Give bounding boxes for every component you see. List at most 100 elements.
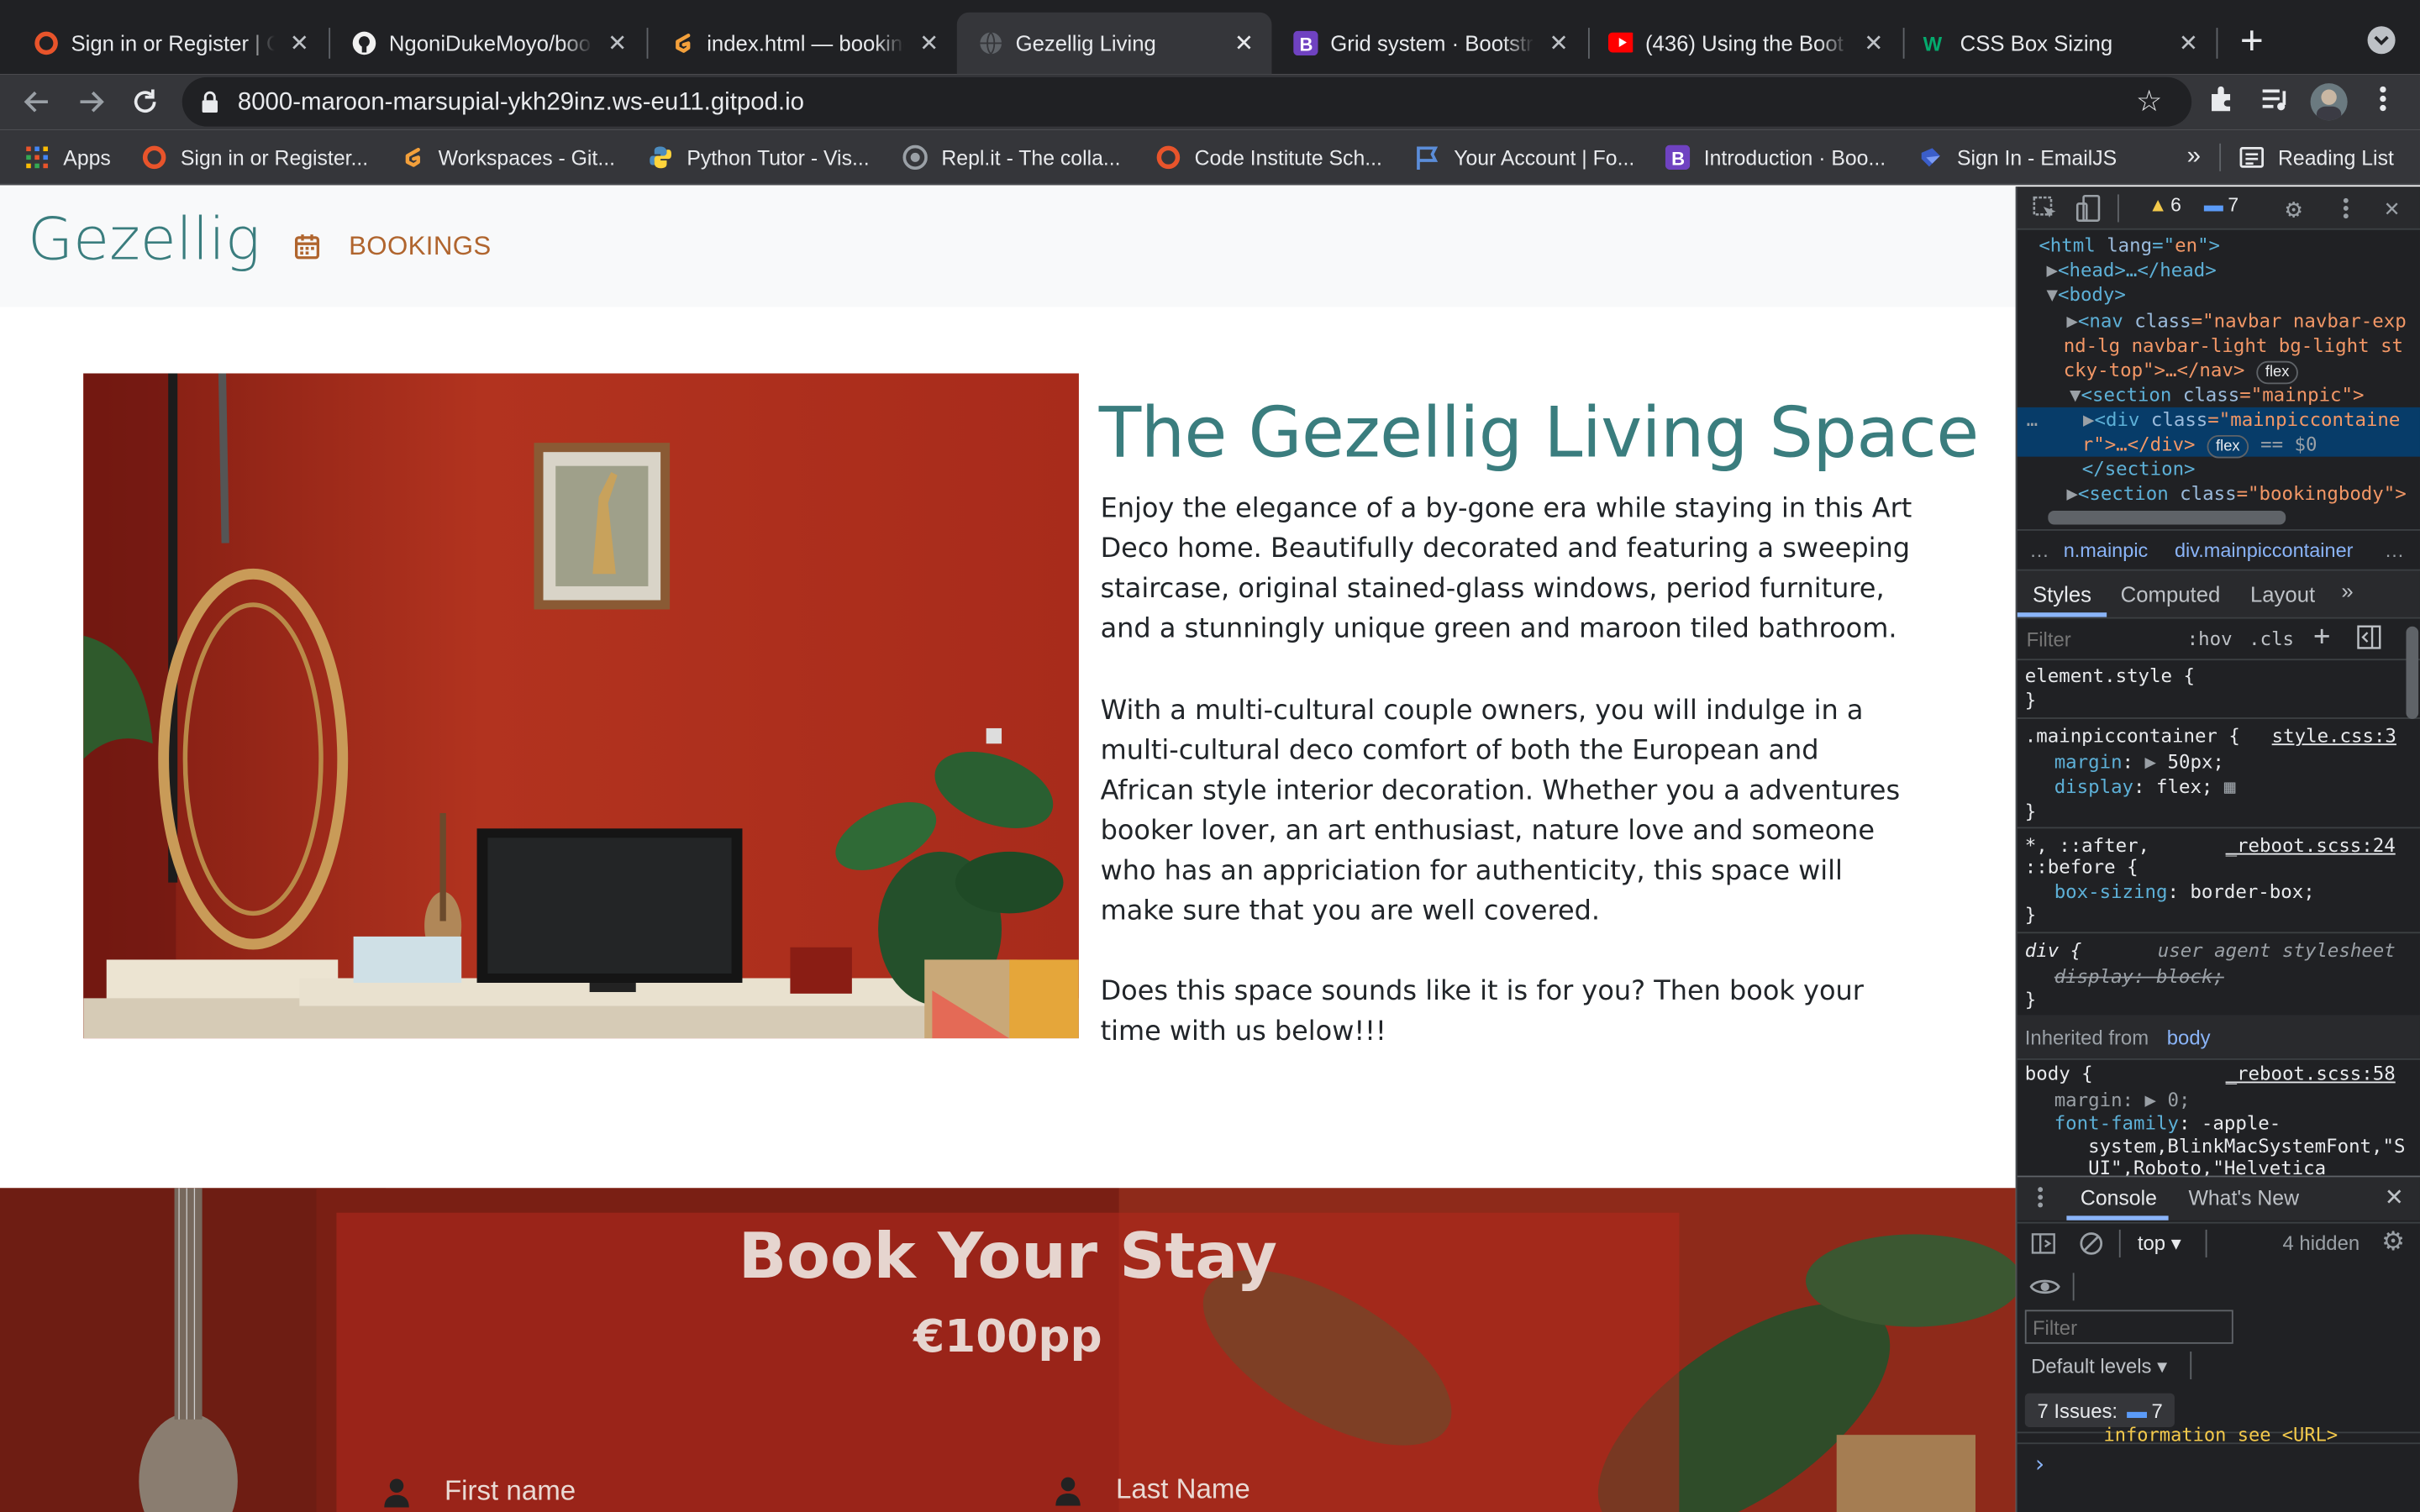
flex-badge[interactable]: flex bbox=[2207, 434, 2249, 459]
close-tab-icon[interactable]: ✕ bbox=[602, 28, 633, 59]
breadcrumb-mainpic[interactable]: n.mainpic bbox=[2064, 538, 2149, 562]
bookmark-replit[interactable]: Repl.it - The colla... bbox=[902, 142, 1121, 173]
tab-bootstrap-grid[interactable]: B Grid system · Bootstr ✕ bbox=[1271, 13, 1586, 74]
cls-toggle[interactable]: .cls bbox=[2249, 628, 2294, 650]
tab-styles[interactable]: Styles bbox=[2033, 581, 2091, 606]
bookmark-code-institute[interactable]: Code Institute Sch... bbox=[1156, 142, 1382, 173]
margin-declaration[interactable]: margin: ▶ 50px; bbox=[2054, 751, 2420, 773]
site-brand[interactable]: Gezellig bbox=[28, 205, 260, 273]
dom-section-bookingbody[interactable]: ▶<section class="bookingbody"> bbox=[2066, 483, 2420, 505]
bookmark-apps[interactable]: Apps bbox=[24, 142, 111, 173]
extensions-icon[interactable] bbox=[2202, 83, 2239, 120]
settings-gear-icon[interactable]: ⚙ bbox=[2286, 194, 2302, 225]
last-name-field[interactable]: Last Name bbox=[1054, 1473, 1250, 1506]
breadcrumb-mainpiccontainer[interactable]: div.mainpiccontainer bbox=[2175, 538, 2354, 562]
drawer-menu-icon[interactable] bbox=[2036, 1185, 2045, 1215]
close-tab-icon[interactable]: ✕ bbox=[1858, 28, 1889, 59]
close-tab-icon[interactable]: ✕ bbox=[2173, 28, 2204, 59]
dom-horizontal-scrollbar[interactable] bbox=[2048, 510, 2286, 525]
flex-editor-icon[interactable]: ▦ bbox=[2224, 776, 2235, 798]
tab-youtube[interactable]: (436) Using the Boot ✕ bbox=[1586, 13, 1902, 74]
bookmark-workspaces[interactable]: Workspaces - Git... bbox=[400, 142, 615, 173]
dom-head-node[interactable]: ▶<head>…</head> bbox=[2047, 260, 2420, 281]
dom-nav-node[interactable]: ▶<nav class="navbar navbar-exp bbox=[2066, 310, 2420, 332]
reload-icon[interactable] bbox=[127, 83, 164, 120]
first-name-field[interactable]: First name bbox=[383, 1475, 576, 1508]
dom-section-mainpic[interactable]: ▼<section class="mainpic"> bbox=[2070, 384, 2420, 406]
tab-github[interactable]: NgoniDukeMoyo/book ✕ bbox=[330, 13, 645, 74]
console-sidebar-icon[interactable] bbox=[2031, 1231, 2055, 1261]
address-bar[interactable]: 8000-maroon-marsupial-ykh29inz.ws-eu11.g… bbox=[182, 76, 2192, 127]
reading-list-button[interactable]: Reading List bbox=[2239, 142, 2394, 173]
element-style-rule[interactable]: element.style { bbox=[2025, 665, 2420, 687]
console-settings-icon[interactable]: ⚙ bbox=[2381, 1226, 2405, 1257]
live-expression-eye-icon[interactable] bbox=[2029, 1276, 2060, 1302]
new-rule-icon[interactable]: + bbox=[2313, 620, 2330, 653]
reboot-body-source-link[interactable]: _reboot.scss:58 bbox=[2226, 1063, 2396, 1085]
style-source-link[interactable]: style.css:3 bbox=[2272, 725, 2396, 747]
more-tabs-icon[interactable]: » bbox=[2341, 579, 2353, 603]
bookmark-bootstrap-intro[interactable]: B Introduction · Boo... bbox=[1665, 142, 1886, 173]
more-bookmarks-icon[interactable]: » bbox=[2187, 142, 2201, 173]
profile-avatar[interactable] bbox=[2310, 83, 2348, 121]
url-text[interactable]: 8000-maroon-marsupial-ykh29inz.ws-eu11.g… bbox=[238, 90, 804, 118]
toggle-sidebar-icon[interactable] bbox=[2357, 625, 2381, 654]
dom-div-mainpiccontainer[interactable]: … ▶<div class="mainpiccontaine bbox=[2027, 409, 2420, 431]
styles-filter-input[interactable] bbox=[2026, 624, 2175, 653]
close-tab-icon[interactable]: ✕ bbox=[1544, 28, 1575, 59]
close-devtools-icon[interactable]: ✕ bbox=[2385, 193, 2400, 223]
close-tab-icon[interactable]: ✕ bbox=[913, 28, 944, 59]
device-toolbar-icon[interactable] bbox=[2075, 194, 2101, 227]
inherited-element-link[interactable]: body bbox=[2167, 1026, 2211, 1049]
tab-computed[interactable]: Computed bbox=[2121, 581, 2221, 606]
tab-gezellig-living[interactable]: Gezellig Living ✕ bbox=[956, 12, 1272, 75]
issues-button[interactable]: 7 Issues: ▬ 7 bbox=[2024, 1393, 2175, 1427]
breadcrumb-more-end[interactable]: … bbox=[2385, 538, 2405, 562]
log-levels-dropdown[interactable]: Default levels ▾ bbox=[2031, 1355, 2167, 1379]
bookmark-python-tutor[interactable]: Python Tutor - Vis... bbox=[648, 142, 870, 173]
tab-sign-in[interactable]: Sign in or Register | C ✕ bbox=[13, 13, 328, 74]
context-selector[interactable]: top ▾ bbox=[2138, 1231, 2181, 1256]
tab-search-icon[interactable] bbox=[2367, 26, 2396, 55]
close-drawer-icon[interactable]: ✕ bbox=[2385, 1184, 2404, 1211]
flex-badge[interactable]: flex bbox=[2255, 360, 2299, 385]
bookmark-star-icon[interactable]: ☆ bbox=[2136, 85, 2162, 120]
lock-icon[interactable] bbox=[201, 91, 219, 120]
message-icon: ▬ bbox=[2127, 1398, 2147, 1422]
kebab-menu-icon[interactable] bbox=[2365, 83, 2402, 120]
media-queue-icon[interactable] bbox=[2256, 83, 2293, 120]
forward-arrow-icon[interactable] bbox=[72, 83, 109, 120]
hov-toggle[interactable]: :hov bbox=[2187, 628, 2233, 650]
console-prompt[interactable]: › bbox=[2033, 1451, 2047, 1478]
clear-console-icon[interactable] bbox=[2079, 1231, 2103, 1261]
breadcrumb-more[interactable]: … bbox=[2029, 538, 2049, 562]
close-tab-icon[interactable]: ✕ bbox=[284, 28, 315, 59]
reboot-source-link[interactable]: _reboot.scss:24 bbox=[2226, 835, 2396, 857]
console-filter-input[interactable] bbox=[2024, 1310, 2233, 1344]
inspect-element-icon[interactable] bbox=[2033, 196, 2057, 225]
dom-html-node[interactable]: <html lang="en"> bbox=[2039, 234, 2420, 256]
tab-console[interactable]: Console bbox=[2081, 1186, 2157, 1210]
display-block-declaration[interactable]: display: block; bbox=[2054, 966, 2420, 988]
bookmark-your-account[interactable]: Your Account | Fo... bbox=[1415, 142, 1634, 173]
tab-gitpod-editor[interactable]: index.html — booking ✕ bbox=[648, 13, 956, 74]
tab-title: index.html — booking bbox=[707, 30, 905, 56]
back-arrow-icon[interactable] bbox=[18, 83, 55, 120]
styles-scrollbar[interactable] bbox=[2406, 626, 2419, 719]
close-tab-icon[interactable]: ✕ bbox=[1228, 28, 1260, 59]
warnings-badge[interactable]: ▲ 6 bbox=[2149, 194, 2181, 216]
dom-body-node[interactable]: ▼<body> bbox=[2047, 284, 2420, 306]
new-tab-icon[interactable]: + bbox=[2232, 20, 2272, 60]
body-margin-declaration[interactable]: margin: ▶ 0; bbox=[2054, 1089, 2420, 1111]
box-sizing-declaration[interactable]: box-sizing: border-box; bbox=[2054, 881, 2420, 903]
bookmark-emailjs[interactable]: Sign In - EmailJS bbox=[1918, 142, 2117, 173]
tab-whats-new[interactable]: What's New bbox=[2188, 1186, 2298, 1210]
bookings-nav-link[interactable]: BOOKINGS bbox=[293, 232, 492, 263]
display-declaration[interactable]: display: flex; ▦ bbox=[2054, 776, 2420, 798]
bookmark-sign-in[interactable]: Sign in or Register... bbox=[142, 142, 368, 173]
tab-layout[interactable]: Layout bbox=[2250, 581, 2315, 606]
font-family-declaration[interactable]: font-family: -apple- bbox=[2054, 1112, 2420, 1134]
issues-badge[interactable]: ▬ 7 bbox=[2204, 194, 2238, 216]
devtools-menu-icon[interactable] bbox=[2341, 196, 2350, 225]
tab-css-box-sizing[interactable]: W CSS Box Sizing ✕ bbox=[1902, 13, 2217, 74]
